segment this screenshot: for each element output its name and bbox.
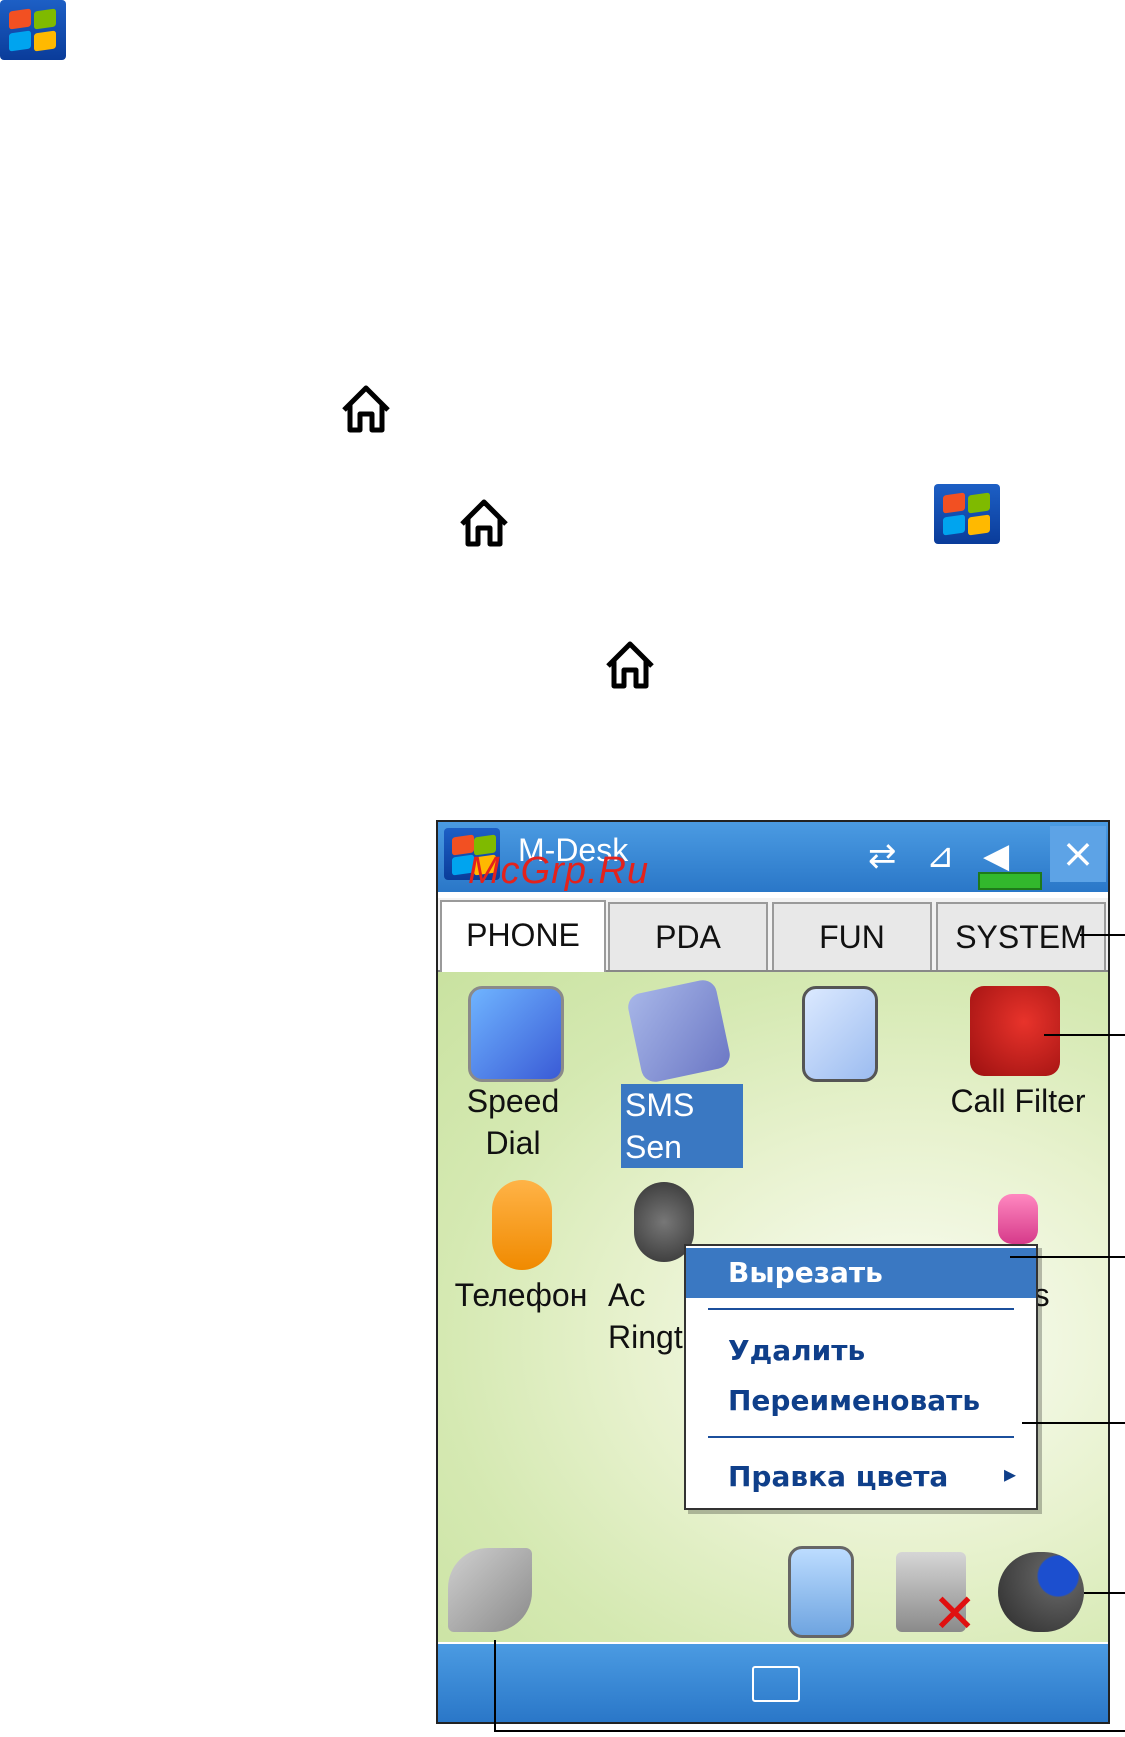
callout-line bbox=[494, 1640, 496, 1732]
menu-item-color-edit[interactable]: Правка цвета bbox=[686, 1452, 1036, 1502]
callout-line bbox=[1084, 1592, 1125, 1594]
windows-start-icon bbox=[934, 484, 1000, 544]
speed-dial-icon[interactable] bbox=[468, 986, 564, 1082]
desktop-area: SpeedDial SMSSen Телефон AcRingt rios Ca… bbox=[438, 972, 1108, 1645]
tab-pda[interactable]: PDA bbox=[608, 902, 768, 970]
settings-wrench-icon[interactable] bbox=[448, 1548, 532, 1632]
phone-icon[interactable] bbox=[492, 1180, 552, 1270]
submenu-arrow-icon: ▸ bbox=[1004, 1460, 1017, 1488]
tab-system[interactable]: SYSTEM bbox=[936, 902, 1106, 970]
home-icon bbox=[606, 641, 654, 689]
icon-label: Speed Dial bbox=[466, 1083, 560, 1161]
home-icon bbox=[342, 385, 390, 433]
tab-bar: PHONE PDA FUN SYSTEM bbox=[438, 898, 1108, 972]
menu-separator bbox=[708, 1308, 1014, 1310]
battery-icon bbox=[978, 872, 1042, 890]
call-filter-icon[interactable] bbox=[970, 986, 1060, 1076]
home-icon bbox=[460, 499, 508, 547]
icon-label: Call Filter bbox=[950, 1083, 1086, 1119]
sms-sender-icon[interactable] bbox=[625, 977, 733, 1085]
menu-item-cut[interactable]: Вырезать bbox=[686, 1248, 1036, 1298]
callout-line bbox=[1044, 1034, 1125, 1036]
close-button[interactable]: × bbox=[1050, 826, 1106, 882]
scenarios-icon[interactable] bbox=[998, 1194, 1038, 1244]
context-menu: Вырезать Удалить Переименовать Правка цв… bbox=[684, 1244, 1038, 1510]
sim-manager-icon[interactable] bbox=[802, 986, 878, 1082]
callout-line bbox=[1080, 934, 1125, 936]
volume-mute-icon[interactable]: ◀ bbox=[983, 836, 1009, 876]
watermark: McGrp.Ru bbox=[468, 850, 650, 892]
device-screen: M-Desk McGrp.Ru ⇄ ⊿ ◀ × PHONE PDA FUN SY… bbox=[436, 820, 1110, 1724]
icon-label-selected[interactable]: SMS Sen bbox=[621, 1084, 743, 1168]
no-signal-icon[interactable]: ⊿ bbox=[926, 836, 955, 876]
tab-fun[interactable]: FUN bbox=[772, 902, 932, 970]
callout-line bbox=[1022, 1422, 1125, 1424]
callout-line bbox=[494, 1730, 1125, 1732]
remove-x-icon: ✕ bbox=[932, 1582, 978, 1645]
bluetooth-headset-icon[interactable] bbox=[998, 1552, 1084, 1632]
icon-label: Телефон bbox=[454, 1277, 588, 1313]
menu-item-rename[interactable]: Переименовать bbox=[686, 1376, 1036, 1426]
callout-line bbox=[1010, 1256, 1125, 1258]
menu-item-delete[interactable]: Удалить bbox=[686, 1326, 1036, 1376]
windows-start-icon bbox=[0, 0, 66, 60]
music-device-icon[interactable] bbox=[788, 1546, 854, 1638]
tab-phone[interactable]: PHONE bbox=[440, 900, 606, 972]
connectivity-icon[interactable]: ⇄ bbox=[868, 836, 897, 876]
taskbar bbox=[438, 1644, 1108, 1722]
keyboard-icon[interactable] bbox=[752, 1666, 800, 1702]
menu-separator bbox=[708, 1436, 1014, 1438]
title-bar: M-Desk McGrp.Ru ⇄ ⊿ ◀ × bbox=[438, 822, 1108, 892]
